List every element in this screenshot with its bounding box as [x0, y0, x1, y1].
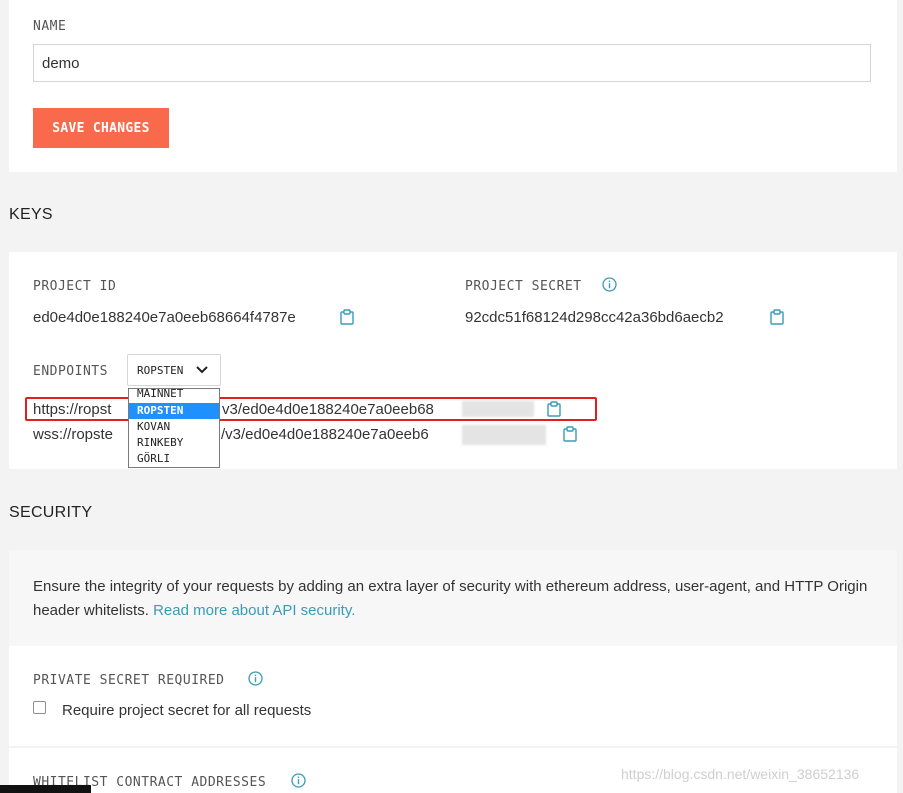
wss-endpoint-suffix: /v3/ed0e4d0e188240e7a0eeb6	[221, 426, 429, 443]
network-select[interactable]: ROPSTEN	[127, 354, 221, 386]
private-secret-label: PRIVATE SECRET REQUIRED	[33, 673, 225, 688]
save-changes-button[interactable]: SAVE CHANGES	[33, 108, 169, 148]
network-option-mainnet[interactable]: MAINNET	[129, 389, 219, 402]
project-secret-info-icon[interactable]	[602, 277, 617, 292]
network-option-rinkeby[interactable]: RINKEBY	[129, 435, 219, 451]
require-secret-label: Require project secret for all requests	[62, 702, 312, 719]
copy-wss-endpoint-clipboard-icon[interactable]	[563, 426, 577, 442]
network-option-gorli[interactable]: GÖRLI	[129, 451, 219, 467]
security-intro-text: Ensure the integrity of your requests by…	[33, 575, 883, 623]
project-id-value: ed0e4d0e188240e7a0eeb68664f4787e	[33, 309, 296, 326]
project-secret-label: PROJECT SECRET	[465, 279, 582, 294]
wss-endpoint-prefix: wss://ropste	[33, 426, 114, 443]
network-select-value: ROPSTEN	[137, 364, 184, 377]
project-secret-value: 92cdc51f68124d298cc42a36bd6aecb2	[465, 309, 724, 326]
bottom-black-bar	[0, 785, 91, 793]
watermark-text: https://blog.csdn.net/weixin_38652136	[621, 766, 860, 782]
api-security-link[interactable]: Read more about API security.	[153, 602, 355, 619]
copy-project-secret-clipboard-icon[interactable]	[770, 309, 784, 325]
whitelist-info-icon[interactable]	[291, 773, 306, 788]
project-id-label: PROJECT ID	[33, 279, 117, 294]
network-option-ropsten[interactable]: ROPSTEN	[129, 403, 219, 419]
private-secret-info-icon[interactable]	[248, 671, 263, 686]
private-secret-card	[9, 646, 897, 746]
require-secret-checkbox[interactable]	[33, 701, 46, 714]
endpoint-highlight-box	[25, 397, 597, 421]
network-dropdown-list: MAINNET ROPSTEN KOVAN RINKEBY GÖRLI	[128, 388, 220, 468]
copy-project-id-clipboard-icon[interactable]	[340, 309, 354, 325]
security-section-title: SECURITY	[9, 504, 93, 521]
endpoints-label: ENDPOINTS	[33, 364, 108, 379]
name-label: NAME	[33, 19, 67, 34]
name-input[interactable]	[33, 44, 871, 82]
network-option-kovan[interactable]: KOVAN	[129, 419, 219, 435]
chevron-down-icon	[196, 366, 208, 374]
keys-section-title: KEYS	[9, 206, 53, 223]
wss-endpoint-redacted	[462, 425, 546, 445]
